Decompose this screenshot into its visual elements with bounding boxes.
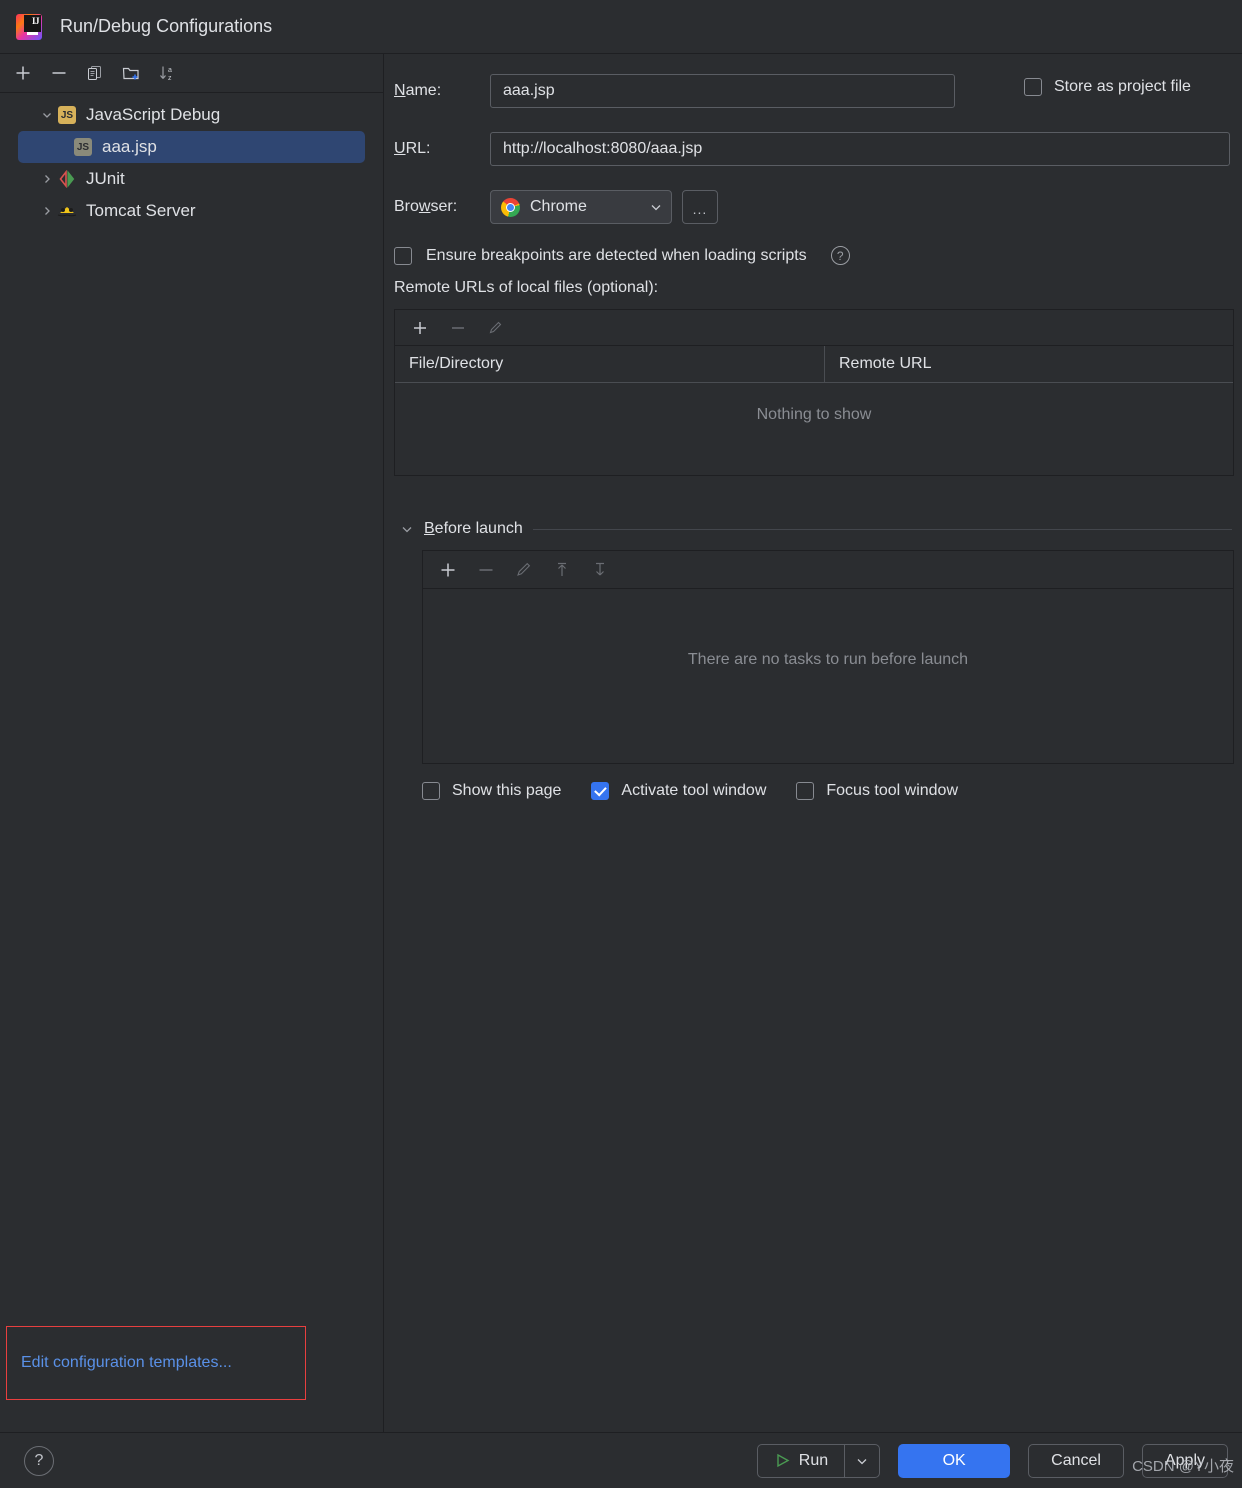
- remove-remote-url-button[interactable]: [441, 314, 475, 342]
- column-header-file-directory[interactable]: File/Directory: [395, 346, 825, 382]
- ok-button[interactable]: OK: [898, 1443, 1011, 1478]
- remote-urls-table: File/Directory Remote URL Nothing to sho…: [394, 309, 1234, 476]
- tree-item-javascript-debug[interactable]: JS JavaScript Debug: [18, 99, 365, 131]
- before-launch-options: Show this page Activate tool window Focu…: [422, 782, 1242, 800]
- remove-configuration-button[interactable]: [42, 58, 76, 88]
- run-triangle-icon: [776, 1453, 790, 1468]
- show-this-page-checkbox[interactable]: [422, 782, 440, 800]
- before-launch-divider: [532, 528, 1232, 530]
- browser-more-button[interactable]: ...: [682, 190, 718, 224]
- chevron-right-icon[interactable]: [38, 173, 56, 185]
- edit-remote-url-button[interactable]: [479, 314, 513, 342]
- before-launch-title: Before launch: [424, 520, 523, 537]
- name-label: Name:: [394, 82, 442, 99]
- help-icon[interactable]: ?: [830, 246, 850, 265]
- store-as-project-file-row[interactable]: Store as project file: [1024, 78, 1191, 96]
- edit-configuration-templates-link[interactable]: Edit configuration templates...: [7, 1354, 232, 1372]
- store-as-project-file-label: Store as project file: [1054, 78, 1191, 95]
- chevron-down-icon[interactable]: [38, 109, 56, 121]
- ensure-breakpoints-label: Ensure breakpoints are detected when loa…: [426, 246, 807, 264]
- copy-configuration-button[interactable]: [78, 58, 112, 88]
- activate-tool-window-checkbox[interactable]: [591, 782, 610, 800]
- store-as-project-file-checkbox[interactable]: [1024, 78, 1042, 96]
- focus-tool-window-row[interactable]: Focus tool window: [796, 782, 958, 800]
- junit-icon: [56, 170, 78, 188]
- js-file-icon: JS: [72, 138, 94, 156]
- chevron-right-icon[interactable]: [38, 205, 56, 217]
- remote-urls-label: Remote URLs of local files (optional):: [394, 279, 659, 296]
- browser-row: Browser: Chrome ...: [394, 188, 1242, 226]
- ensure-breakpoints-row[interactable]: Ensure breakpoints are detected when loa…: [394, 246, 1242, 265]
- chevron-down-icon: [402, 527, 412, 533]
- dialog-footer: ? Run OK Cancel Apply: [0, 1432, 1242, 1488]
- sidebar-toolbar: a z: [0, 54, 383, 93]
- remove-task-button[interactable]: [469, 556, 503, 584]
- activate-tool-window-label: Activate tool window: [621, 782, 767, 799]
- activate-tool-window-row[interactable]: Activate tool window: [591, 782, 766, 800]
- before-launch-header[interactable]: Before launch: [400, 520, 1242, 538]
- tomcat-icon: [56, 202, 78, 220]
- run-button[interactable]: Run: [756, 1443, 881, 1478]
- focus-tool-window-label: Focus tool window: [826, 782, 958, 799]
- intellij-idea-logo-icon: IJ: [16, 13, 42, 40]
- dialog-title: Run/Debug Configurations: [60, 16, 273, 36]
- chrome-icon: [501, 197, 520, 217]
- column-header-remote-url[interactable]: Remote URL: [825, 346, 1233, 382]
- tree-item-label: Tomcat Server: [86, 201, 196, 220]
- svg-text:a: a: [168, 67, 172, 74]
- chevron-down-icon: [857, 1458, 867, 1464]
- name-input[interactable]: aaa.jsp: [490, 74, 955, 108]
- configuration-editor-panel: Name: aaa.jsp Store as project file URL:…: [384, 54, 1242, 1432]
- url-row: URL: http://localhost:8080/aaa.jsp: [394, 130, 1242, 168]
- url-input[interactable]: http://localhost:8080/aaa.jsp: [490, 132, 1230, 166]
- add-remote-url-button[interactable]: [403, 314, 437, 342]
- show-this-page-label: Show this page: [452, 782, 562, 799]
- browser-selected-value: Chrome: [530, 198, 587, 215]
- chevron-down-icon: [651, 205, 661, 211]
- new-folder-button[interactable]: [114, 58, 148, 88]
- add-task-button[interactable]: [431, 556, 465, 584]
- run-button-label: Run: [798, 1451, 829, 1469]
- before-launch-empty-text: There are no tasks to run before launch: [687, 651, 969, 668]
- before-launch-toolbar: [423, 551, 1233, 589]
- show-this-page-row[interactable]: Show this page: [422, 782, 561, 800]
- js-icon: JS: [56, 106, 78, 124]
- before-launch-task-list: There are no tasks to run before launch: [422, 550, 1234, 764]
- move-task-down-button[interactable]: [583, 556, 617, 584]
- url-label: URL:: [394, 140, 431, 157]
- remote-urls-table-header: File/Directory Remote URL: [395, 346, 1233, 383]
- tree-item-tomcat-server[interactable]: Tomcat Server: [18, 195, 365, 227]
- apply-button[interactable]: Apply: [1141, 1443, 1228, 1478]
- dialog-titlebar: IJ Run/Debug Configurations: [0, 0, 1242, 54]
- tree-item-junit[interactable]: JUnit: [18, 163, 365, 195]
- dialog-body: a z JS JavaScript Debug JS aaa.jsp JUnit…: [0, 54, 1242, 1432]
- cancel-button[interactable]: Cancel: [1028, 1443, 1124, 1478]
- move-task-up-button[interactable]: [545, 556, 579, 584]
- tree-item-label: JavaScript Debug: [86, 105, 221, 124]
- edit-templates-highlight-box: Edit configuration templates...: [6, 1326, 306, 1400]
- browser-select[interactable]: Chrome: [490, 190, 672, 224]
- configurations-sidebar: a z JS JavaScript Debug JS aaa.jsp JUnit…: [0, 54, 384, 1432]
- name-row: Name: aaa.jsp Store as project file: [394, 72, 1242, 110]
- edit-task-button[interactable]: [507, 556, 541, 584]
- sort-configurations-button[interactable]: a z: [150, 58, 184, 88]
- ensure-breakpoints-checkbox[interactable]: [394, 246, 412, 265]
- footer-actions: Run OK Cancel Apply: [756, 1443, 1242, 1478]
- run-debug-configurations-dialog: IJ Run/Debug Configurations a z JS JavaS…: [0, 0, 1242, 1488]
- tree-item-aaa-jsp[interactable]: JS aaa.jsp: [18, 131, 365, 163]
- tree-item-label: JUnit: [86, 169, 125, 188]
- run-dropdown-button[interactable]: [845, 1445, 879, 1477]
- browser-label: Browser:: [394, 198, 458, 215]
- svg-text:z: z: [168, 75, 172, 82]
- tree-item-label: aaa.jsp: [102, 137, 157, 156]
- configurations-tree: JS JavaScript Debug JS aaa.jsp JUnit Tom…: [0, 93, 383, 227]
- run-button-main[interactable]: Run: [758, 1444, 846, 1477]
- remote-urls-toolbar: [395, 310, 1233, 346]
- remote-urls-empty-text: Nothing to show: [756, 406, 872, 423]
- add-configuration-button[interactable]: [6, 58, 40, 88]
- help-button[interactable]: ?: [24, 1445, 54, 1476]
- focus-tool-window-checkbox[interactable]: [796, 782, 815, 800]
